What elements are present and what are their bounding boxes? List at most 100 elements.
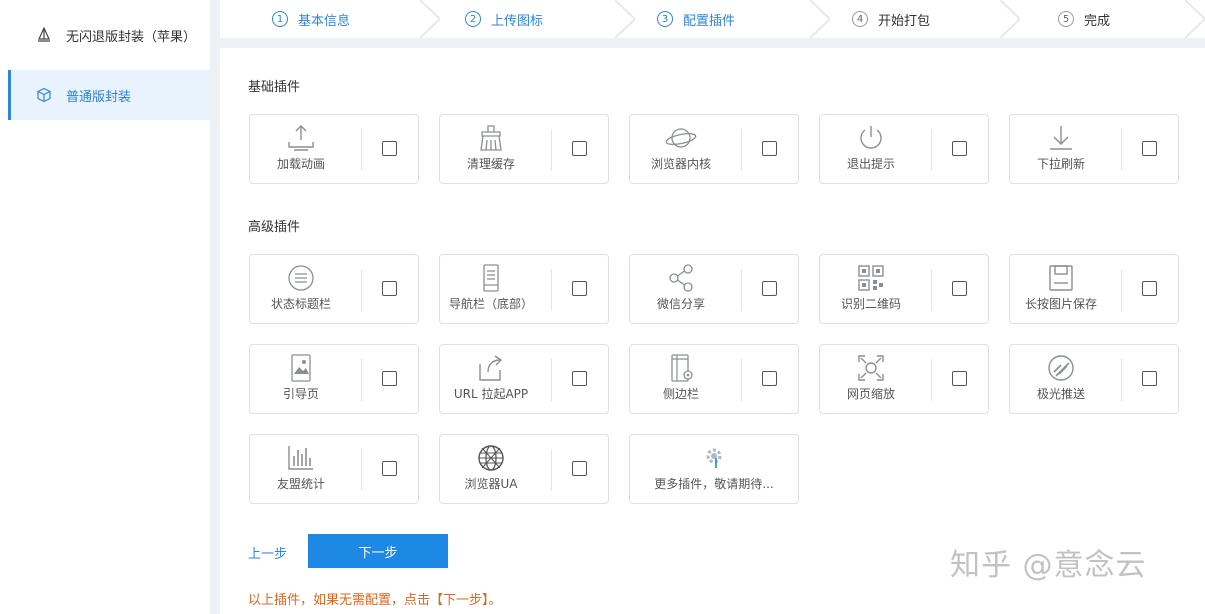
plugin-label: 下拉刷新 — [1036, 157, 1085, 171]
card-divider — [931, 129, 932, 171]
plugin-checkbox[interactable] — [952, 141, 967, 156]
card-divider — [551, 269, 552, 311]
card-divider — [741, 129, 742, 171]
sidebar-item-label: 无闪退版封装（苹果） — [66, 29, 197, 45]
plugin-card-loading-animation[interactable]: 加载动画 — [249, 114, 419, 184]
globe-icon — [475, 443, 507, 473]
plugin-card-qrcode[interactable]: 识别二维码 — [819, 254, 989, 324]
step-label: 配置插件 — [683, 13, 736, 29]
step-label: 上传图标 — [491, 13, 544, 29]
plugin-checkbox[interactable] — [382, 461, 397, 476]
sidebar-item-label: 普通版封装 — [66, 89, 132, 105]
sidebar-item-ios-wrap[interactable]: 无闪退版封装（苹果） — [8, 10, 210, 60]
share-icon — [665, 263, 697, 293]
plugin-checkbox[interactable] — [952, 371, 967, 386]
cube-icon — [36, 87, 52, 103]
card-divider — [551, 449, 552, 491]
plugin-label: 退出提示 — [846, 157, 895, 171]
plugin-checkbox[interactable] — [572, 141, 587, 156]
external-link-icon — [475, 353, 507, 383]
plugin-card-status-bar[interactable]: 状态标题栏 — [249, 254, 419, 324]
step-separator-icon — [1185, 0, 1205, 38]
plugin-checkbox[interactable] — [572, 371, 587, 386]
step-5: 5 完成 — [1058, 0, 1110, 38]
plugin-card-pull-refresh[interactable]: 下拉刷新 — [1009, 114, 1179, 184]
plugin-label: URL 拉起APP — [453, 387, 529, 401]
download-arrow-icon — [1045, 123, 1077, 153]
step-2: 2 上传图标 — [465, 0, 543, 38]
plugin-card-page-zoom[interactable]: 网页缩放 — [819, 344, 989, 414]
plugin-checkbox[interactable] — [1142, 371, 1157, 386]
card-divider — [931, 359, 932, 401]
card-divider — [361, 269, 362, 311]
plugin-card-wechat-share[interactable]: 微信分享 — [629, 254, 799, 324]
step-1: 1 基本信息 — [272, 0, 350, 38]
advanced-plugins-title: 高级插件 — [248, 220, 301, 235]
plugin-card-exit-prompt[interactable]: 退出提示 — [819, 114, 989, 184]
step-label: 完成 — [1084, 13, 1111, 29]
card-divider — [361, 359, 362, 401]
plugin-card-umeng-stats[interactable]: 友盟统计 — [249, 434, 419, 504]
image-phone-icon — [285, 353, 317, 383]
plugin-checkbox[interactable] — [762, 371, 777, 386]
card-divider — [741, 359, 742, 401]
plugin-card-url-launch-app[interactable]: URL 拉起APP — [439, 344, 609, 414]
card-divider — [361, 449, 362, 491]
power-icon — [855, 123, 887, 153]
step-separator-icon — [420, 0, 440, 38]
step-separator-icon — [615, 0, 635, 38]
step-4: 4 开始打包 — [852, 0, 930, 38]
plugin-card-clear-cache[interactable]: 清理缓存 — [439, 114, 609, 184]
step-separator-icon — [810, 0, 830, 38]
step-3: 3 配置插件 — [657, 0, 735, 38]
card-divider — [1121, 359, 1122, 401]
plugin-label: 极光推送 — [1036, 387, 1085, 401]
gear-icon — [698, 443, 730, 473]
push-icon — [1045, 353, 1077, 383]
plugin-card-jpush[interactable]: 极光推送 — [1009, 344, 1179, 414]
plugin-checkbox[interactable] — [762, 141, 777, 156]
step-label: 基本信息 — [298, 13, 351, 29]
plugin-checkbox[interactable] — [762, 281, 777, 296]
plugin-card-bottom-nav[interactable]: 导航栏（底部） — [439, 254, 609, 324]
plugin-checkbox[interactable] — [1142, 141, 1157, 156]
plugin-label: 状态标题栏 — [270, 297, 331, 311]
qrcode-icon — [855, 263, 887, 293]
plugin-label: 更多插件，敬请期待... — [654, 477, 774, 491]
steps-bar: 1 基本信息 2 上传图标 3 配置插件 4 开始打包 5 完成 — [220, 0, 1205, 38]
step-number: 3 — [657, 11, 673, 27]
step-number: 2 — [465, 11, 481, 27]
basic-plugins-title: 基础插件 — [248, 80, 301, 95]
plugin-label: 网页缩放 — [846, 387, 895, 401]
plugin-checkbox[interactable] — [382, 141, 397, 156]
plugin-checkbox[interactable] — [572, 461, 587, 476]
bar-chart-icon — [285, 443, 317, 473]
plugin-checkbox[interactable] — [572, 281, 587, 296]
menu-circle-icon — [285, 263, 317, 293]
plugin-card-save-image[interactable]: 长按图片保存 — [1009, 254, 1179, 324]
broom-icon — [475, 123, 507, 153]
plugin-checkbox[interactable] — [1142, 281, 1157, 296]
plugin-label: 清理缓存 — [466, 157, 515, 171]
plugin-label: 浏览器内核 — [650, 157, 711, 171]
plugin-checkbox[interactable] — [952, 281, 967, 296]
plugin-card-browser-kernel[interactable]: 浏览器内核 — [629, 114, 799, 184]
plugin-checkbox[interactable] — [382, 281, 397, 296]
plugin-label: 长按图片保存 — [1024, 297, 1097, 311]
sailboat-icon — [36, 27, 52, 43]
step-number: 5 — [1058, 11, 1074, 27]
next-step-button[interactable]: 下一步 — [308, 534, 448, 568]
plugin-checkbox[interactable] — [382, 371, 397, 386]
phone-doc-icon — [475, 263, 507, 293]
plugin-card-guide-page[interactable]: 引导页 — [249, 344, 419, 414]
plugin-card-sidebar[interactable]: 侧边栏 — [629, 344, 799, 414]
plugin-card-browser-ua[interactable]: 浏览器UA — [439, 434, 609, 504]
plugin-label: 加载动画 — [276, 157, 325, 171]
watermark: 知乎 @意念云 — [950, 548, 1147, 583]
prev-step-link[interactable]: 上一步 — [248, 543, 287, 562]
save-icon — [1045, 263, 1077, 293]
plugin-label: 引导页 — [282, 387, 319, 401]
card-divider — [931, 269, 932, 311]
planet-icon — [665, 123, 697, 153]
sidebar-item-normal-wrap[interactable]: 普通版封装 — [8, 70, 210, 120]
